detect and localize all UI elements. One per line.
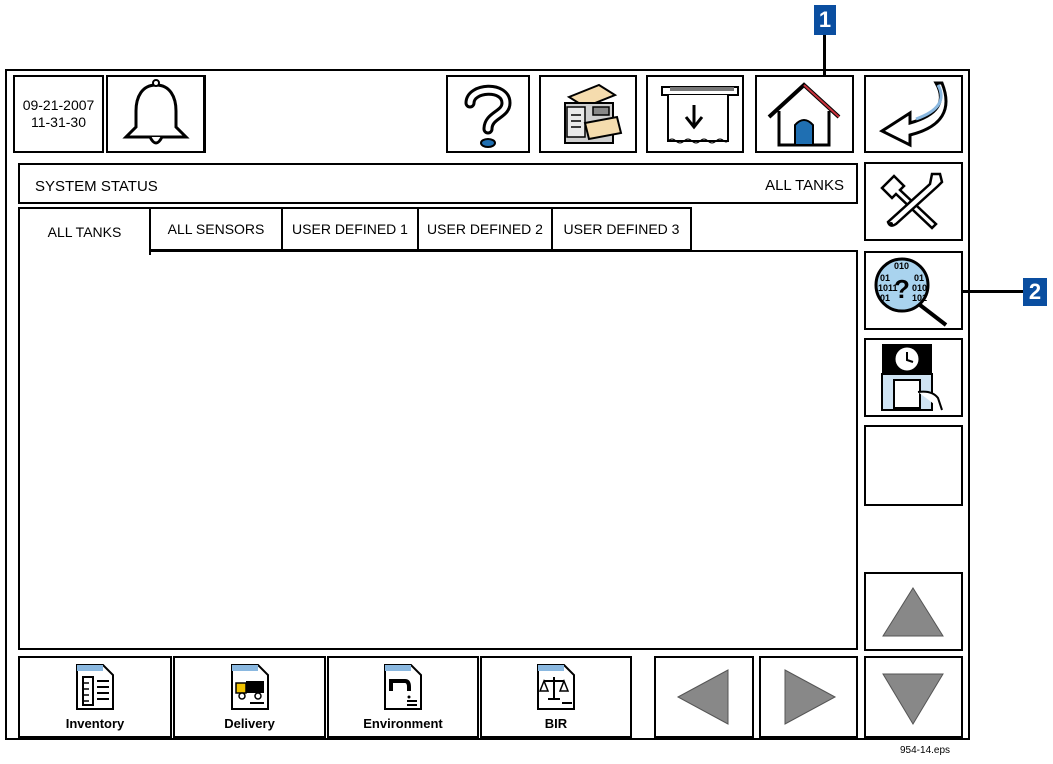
alarm-button[interactable]: [106, 75, 206, 153]
svg-text:01: 01: [880, 293, 890, 303]
tab-label: USER DEFINED 3: [563, 221, 680, 237]
tools-icon: [880, 172, 944, 230]
date-text: 09-21-2007: [22, 97, 95, 113]
message-area: [206, 75, 446, 153]
tab-label: ALL SENSORS: [167, 221, 265, 237]
home-button[interactable]: [755, 75, 854, 153]
figure-file-name: 954-14.eps: [900, 745, 951, 756]
bir-report-icon: [537, 664, 575, 710]
blank-side-button[interactable]: [864, 425, 963, 506]
tab-label: USER DEFINED 1: [292, 221, 408, 237]
delivery-report-icon: [230, 664, 269, 710]
bir-label: BIR: [544, 716, 568, 731]
inventory-report-button[interactable]: Inventory: [18, 656, 172, 738]
tab-user-defined-3[interactable]: USER DEFINED 3: [551, 207, 692, 251]
environment-label: Environment: [363, 716, 443, 731]
time-text: 11-31-30: [30, 114, 86, 130]
status-scope: ALL TANKS: [765, 177, 844, 194]
next-page-button[interactable]: [759, 656, 858, 738]
back-button[interactable]: [864, 75, 963, 153]
environment-report-icon: [384, 664, 422, 710]
svg-text:01: 01: [880, 273, 890, 283]
inventory-report-icon: [76, 664, 114, 710]
date-time-display: 09-21-2007 11-31-30: [13, 75, 104, 153]
receipt-button[interactable]: [646, 75, 744, 153]
inventory-label: Inventory: [65, 716, 125, 731]
previous-page-button[interactable]: [654, 656, 754, 738]
tab-user-defined-2[interactable]: USER DEFINED 2: [417, 207, 553, 251]
svg-text:010: 010: [912, 283, 927, 293]
status-bar: SYSTEM STATUS ALL TANKS: [18, 163, 858, 204]
tab-all-tanks[interactable]: ALL TANKS: [18, 207, 151, 255]
tab-user-defined-1[interactable]: USER DEFINED 1: [281, 207, 419, 251]
home-icon: [767, 82, 841, 147]
tab-label: USER DEFINED 2: [427, 221, 543, 237]
status-title: SYSTEM STATUS: [35, 178, 158, 195]
up-arrow-icon: [882, 587, 944, 637]
bell-icon: [122, 79, 190, 145]
environment-report-button[interactable]: Environment: [327, 656, 479, 738]
scroll-up-button[interactable]: [864, 572, 963, 651]
status-content-panel: [18, 250, 858, 650]
tab-all-sensors[interactable]: ALL SENSORS: [149, 207, 283, 251]
back-arrow-icon: [878, 81, 948, 148]
delivery-report-button[interactable]: Delivery: [173, 656, 326, 738]
svg-text:101: 101: [912, 293, 927, 303]
help-button[interactable]: [446, 75, 530, 153]
svg-text:010: 010: [894, 261, 909, 271]
tab-label: ALL TANKS: [47, 224, 122, 240]
help-icon: [464, 84, 512, 148]
right-arrow-icon: [784, 669, 837, 725]
svg-text:?: ?: [894, 274, 910, 304]
callout-1: 1: [814, 5, 836, 35]
svg-text:01: 01: [914, 273, 924, 283]
receipt-icon: [661, 86, 739, 144]
diagnostics-icon: 010 01 01 1011 010 01 101 ?: [874, 257, 948, 327]
left-arrow-icon: [676, 669, 729, 725]
callout-2: 2: [1023, 278, 1047, 306]
scroll-down-button[interactable]: [864, 656, 963, 738]
print-button[interactable]: [539, 75, 637, 153]
time-clock-button[interactable]: [864, 338, 963, 417]
delivery-label: Delivery: [224, 716, 275, 731]
diagnostics-button[interactable]: 010 01 01 1011 010 01 101 ?: [864, 251, 963, 330]
setup-tools-button[interactable]: [864, 162, 963, 241]
bir-report-button[interactable]: BIR: [480, 656, 632, 738]
printer-icon: [564, 83, 623, 144]
down-arrow-icon: [882, 673, 944, 725]
time-clock-icon: [881, 344, 943, 411]
